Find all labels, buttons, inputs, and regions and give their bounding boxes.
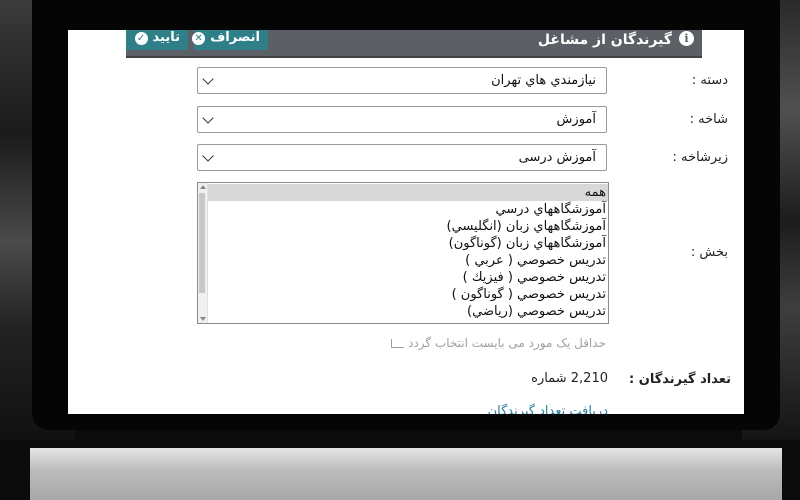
- list-item[interactable]: آموزشگاههاي زبان (گوناگون): [208, 235, 608, 252]
- branch-select-value: آموزش: [556, 112, 596, 127]
- selection-hint: حداقل یک مورد می بایست انتخاب گردد: [348, 336, 606, 350]
- check-icon: ✓: [134, 31, 148, 45]
- category-label: دسته :: [691, 73, 728, 88]
- scroll-down-icon[interactable]: [200, 317, 206, 321]
- list-item[interactable]: تدريس خصوصي ( گوناگون ): [208, 286, 608, 303]
- recipients-count-number: 2,210: [570, 371, 608, 386]
- list-item[interactable]: همه: [208, 184, 608, 201]
- hint-text: حداقل یک مورد می بایست انتخاب گردد: [408, 336, 606, 350]
- section-listbox[interactable]: همه آموزشگاههاي درسي آموزشگاههاي زبان (ا…: [197, 182, 609, 324]
- chevron-down-icon: [202, 150, 214, 162]
- dialog-title: گيرندگان از مشاغل: [537, 32, 672, 48]
- close-icon: ✕: [192, 31, 206, 45]
- subbranch-label: زیرشاخه :: [672, 150, 728, 165]
- branch-select[interactable]: آموزش: [197, 106, 607, 133]
- list-item[interactable]: آموزشگاههاي زبان (انگليسي): [208, 218, 608, 235]
- dialog-header: تایید ✓ انصراف ✕ گيرندگان از مشاغل i: [126, 30, 702, 58]
- get-recipients-count-link[interactable]: دريافت تعداد گيرندگان: [438, 404, 608, 414]
- list-item[interactable]: آموزشگاههاي درسي: [208, 201, 608, 218]
- cancel-button[interactable]: انصراف ✕: [192, 30, 268, 50]
- screen: تایید ✓ انصراف ✕ گيرندگان از مشاغل i دست…: [68, 30, 744, 414]
- confirm-button[interactable]: تایید ✓: [126, 30, 188, 50]
- list-item[interactable]: تدريس خصوصي (رياضي): [208, 303, 608, 320]
- confirm-button-label: تایید: [152, 30, 180, 45]
- cancel-button-label: انصراف: [210, 30, 260, 45]
- recipients-count-value: 2,210 شماره: [498, 371, 608, 386]
- chevron-down-icon: [202, 73, 214, 85]
- listbox-options: همه آموزشگاههاي درسي آموزشگاههاي زبان (ا…: [208, 184, 608, 320]
- hint-marker-icon: [391, 339, 405, 348]
- scroll-up-icon[interactable]: [200, 185, 206, 189]
- recipients-count-unit: شماره: [531, 371, 567, 386]
- category-select-value: نيازمندي هاي تهران: [491, 73, 596, 88]
- branch-label: شاخه :: [689, 112, 728, 127]
- list-item[interactable]: تدريس خصوصي ( فيزيك ): [208, 269, 608, 286]
- recipients-count-label: تعداد گیرندگان :: [629, 372, 731, 387]
- keyboard-area: [30, 448, 782, 500]
- chevron-down-icon: [202, 112, 214, 124]
- category-select[interactable]: نيازمندي هاي تهران: [197, 67, 607, 94]
- info-icon: i: [679, 31, 694, 46]
- scroll-thumb[interactable]: [199, 193, 205, 293]
- section-label: بخش :: [690, 245, 728, 260]
- list-item[interactable]: تدريس خصوصي ( عربي ): [208, 252, 608, 269]
- listbox-scrollbar[interactable]: [198, 183, 208, 323]
- subbranch-select-value: آموزش درسی: [518, 150, 596, 165]
- subbranch-select[interactable]: آموزش درسی: [197, 144, 607, 171]
